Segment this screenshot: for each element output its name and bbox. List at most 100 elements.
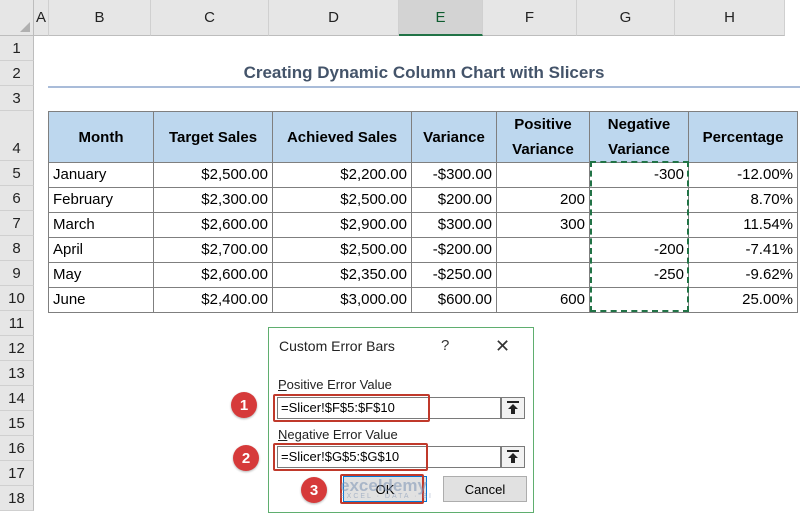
table-cell[interactable]: April <box>48 237 154 263</box>
table-cell[interactable]: -9.62% <box>688 262 798 288</box>
table-cell[interactable]: -300 <box>589 162 689 188</box>
table-cell[interactable]: $2,200.00 <box>272 162 412 188</box>
table-cell[interactable]: -$200.00 <box>411 237 497 263</box>
table-cell[interactable] <box>589 287 689 313</box>
row-header-16[interactable]: 16 <box>0 436 34 461</box>
column-header-a[interactable]: A <box>34 0 49 36</box>
header-positive-variance[interactable]: Positive Variance <box>496 111 590 163</box>
callout-highlight-negative <box>273 443 428 471</box>
row-header-5[interactable]: 5 <box>0 161 34 186</box>
column-header-e[interactable]: E <box>399 0 483 36</box>
table-cell[interactable]: -$300.00 <box>411 162 497 188</box>
close-icon[interactable]: ✕ <box>495 336 510 357</box>
table-cell[interactable]: $2,700.00 <box>153 237 273 263</box>
column-header-c[interactable]: C <box>151 0 269 36</box>
row-header-4[interactable]: 4 <box>0 111 34 161</box>
table-row: April $2,700.00 $2,500.00 -$200.00 -200 -7.41… <box>48 237 798 263</box>
row-header-10[interactable]: 10 <box>0 286 34 311</box>
header-month[interactable]: Month <box>48 111 154 163</box>
callout-badge-2: 2 <box>233 445 259 471</box>
table-cell[interactable]: -250 <box>589 262 689 288</box>
table-cell[interactable]: 8.70% <box>688 187 798 213</box>
column-header-f[interactable]: F <box>483 0 577 36</box>
table-cell[interactable]: January <box>48 162 154 188</box>
negative-error-label: Negative Error Value <box>278 427 398 442</box>
table-cell[interactable] <box>589 187 689 213</box>
table-cell[interactable]: -12.00% <box>688 162 798 188</box>
row-header-2[interactable]: 2 <box>0 61 34 86</box>
table-cell[interactable] <box>496 237 590 263</box>
table-cell[interactable]: $2,500.00 <box>272 237 412 263</box>
row-header-18[interactable]: 18 <box>0 486 34 511</box>
header-target-sales[interactable]: Target Sales <box>153 111 273 163</box>
positive-range-picker-button[interactable] <box>501 397 525 419</box>
header-achieved-sales[interactable]: Achieved Sales <box>272 111 412 163</box>
row-header-7[interactable]: 7 <box>0 211 34 236</box>
table-row: May $2,600.00 $2,350.00 -$250.00 -250 -9.62% <box>48 262 798 288</box>
table-cell[interactable]: $2,350.00 <box>272 262 412 288</box>
table-cell[interactable]: 11.54% <box>688 212 798 238</box>
row-header-8[interactable]: 8 <box>0 236 34 261</box>
header-variance[interactable]: Variance <box>411 111 497 163</box>
row-header-14[interactable]: 14 <box>0 386 34 411</box>
row-header-11[interactable]: 11 <box>0 311 34 336</box>
table-cell[interactable]: May <box>48 262 154 288</box>
table-cell[interactable]: -7.41% <box>688 237 798 263</box>
column-header-g[interactable]: G <box>577 0 675 36</box>
table-cell[interactable] <box>496 262 590 288</box>
row-header-9[interactable]: 9 <box>0 261 34 286</box>
table-cell[interactable]: $2,400.00 <box>153 287 273 313</box>
table-cell[interactable]: February <box>48 187 154 213</box>
row-header-3[interactable]: 3 <box>0 86 34 111</box>
table-cell[interactable] <box>496 162 590 188</box>
collapse-arrow-icon <box>507 450 519 463</box>
table-cell[interactable]: March <box>48 212 154 238</box>
table-cell[interactable]: 300 <box>496 212 590 238</box>
table-cell[interactable]: $3,000.00 <box>272 287 412 313</box>
table-cell[interactable]: $600.00 <box>411 287 497 313</box>
table-cell[interactable]: $2,300.00 <box>153 187 273 213</box>
header-negative-variance[interactable]: Negative Variance <box>589 111 689 163</box>
table-row: June $2,400.00 $3,000.00 $600.00 600 25.00% <box>48 287 798 313</box>
dialog-title: Custom Error Bars <box>279 338 395 354</box>
row-header-6[interactable]: 6 <box>0 186 34 211</box>
table-cell[interactable]: June <box>48 287 154 313</box>
column-header-h[interactable]: H <box>675 0 785 36</box>
row-header-1[interactable]: 1 <box>0 36 34 61</box>
table-cell[interactable]: $2,900.00 <box>272 212 412 238</box>
row-header-15[interactable]: 15 <box>0 411 34 436</box>
table-cell[interactable]: -200 <box>589 237 689 263</box>
table-cell[interactable]: $2,600.00 <box>153 212 273 238</box>
positive-error-label: Positive Error Value <box>278 377 392 392</box>
table-cell[interactable]: $300.00 <box>411 212 497 238</box>
table-cell[interactable] <box>589 212 689 238</box>
callout-badge-1: 1 <box>231 392 257 418</box>
table-cell[interactable]: 25.00% <box>688 287 798 313</box>
table-cell[interactable]: $2,500.00 <box>272 187 412 213</box>
negative-range-picker-button[interactable] <box>501 446 525 468</box>
table-cell[interactable]: $2,600.00 <box>153 262 273 288</box>
callout-highlight-positive <box>273 394 430 422</box>
row-header-17[interactable]: 17 <box>0 461 34 486</box>
column-header-b[interactable]: B <box>49 0 151 36</box>
row-header-13[interactable]: 13 <box>0 361 34 386</box>
table-row: January $2,500.00 $2,200.00 -$300.00 -300 -12… <box>48 162 798 188</box>
select-all-corner[interactable] <box>0 0 34 36</box>
table-cell[interactable]: -$250.00 <box>411 262 497 288</box>
table-cell[interactable]: $2,500.00 <box>153 162 273 188</box>
sales-table: Month Target Sales Achieved Sales Varian… <box>48 111 798 313</box>
table-cell[interactable]: 200 <box>496 187 590 213</box>
table-row: March $2,600.00 $2,900.00 $300.00 300 11.54% <box>48 212 798 238</box>
table-header-row: Month Target Sales Achieved Sales Varian… <box>48 111 798 163</box>
collapse-arrow-icon <box>507 401 519 414</box>
cancel-button[interactable]: Cancel <box>443 476 527 502</box>
table-cell[interactable]: $200.00 <box>411 187 497 213</box>
table-cell[interactable]: 600 <box>496 287 590 313</box>
header-percentage[interactable]: Percentage <box>688 111 798 163</box>
sheet-title[interactable]: Creating Dynamic Column Chart with Slice… <box>48 61 800 85</box>
column-header-d[interactable]: D <box>269 0 399 36</box>
callout-highlight-ok <box>340 474 424 504</box>
row-header-12[interactable]: 12 <box>0 336 34 361</box>
help-icon[interactable]: ? <box>441 337 449 354</box>
callout-badge-3: 3 <box>301 477 327 503</box>
